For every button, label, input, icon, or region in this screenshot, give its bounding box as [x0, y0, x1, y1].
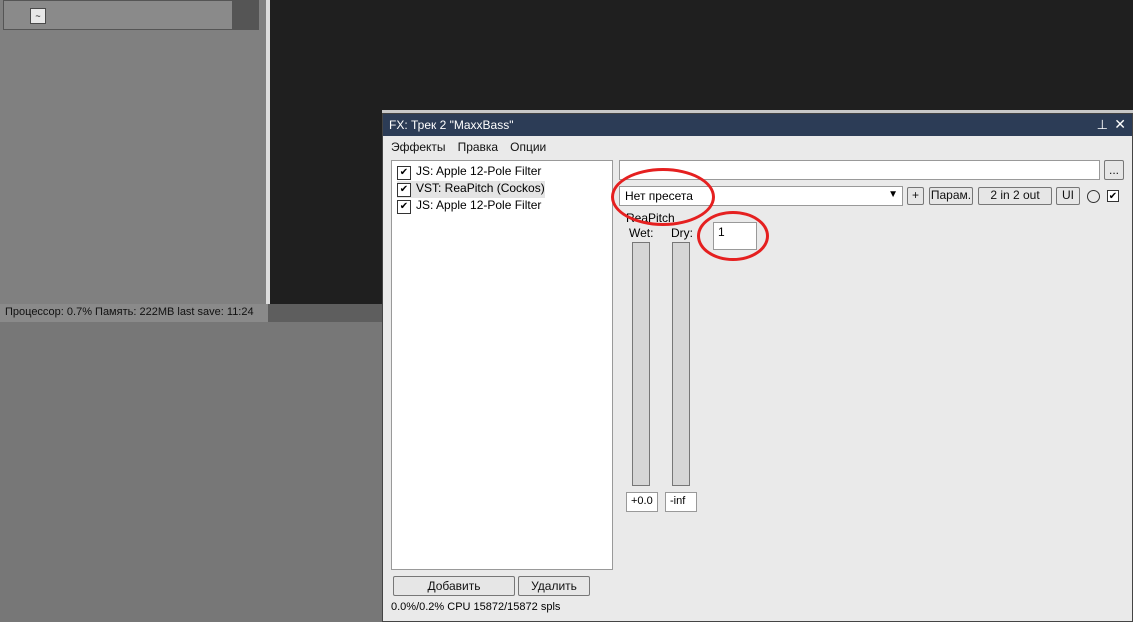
add-preset-button[interactable]: +: [907, 187, 924, 205]
ui-button[interactable]: UI: [1056, 187, 1080, 205]
fx-window-title[interactable]: FX: Трек 2 "MaxxBass": [383, 114, 1132, 136]
wet-fader[interactable]: [632, 242, 650, 486]
plugin-item[interactable]: ✔ JS: Apple 12-Pole Filter: [397, 164, 541, 181]
dry-fader[interactable]: [672, 242, 690, 486]
track-1-header[interactable]: ~: [3, 0, 259, 30]
red-circle-annotation: [611, 168, 715, 226]
envelope-icon[interactable]: ~: [30, 8, 46, 24]
wet-value[interactable]: +0.0: [626, 492, 658, 512]
pin-icon[interactable]: ⊥: [1097, 117, 1108, 133]
wet-knob-icon[interactable]: [1087, 190, 1100, 203]
fx-window: FX: Трек 2 "MaxxBass" ⊥ ✕ Эффекты Правка О…: [382, 113, 1133, 622]
close-icon[interactable]: ✕: [1114, 116, 1126, 133]
cpu-status: 0.0%/0.2% CPU 15872/15872 spls: [391, 601, 561, 613]
menu-effects[interactable]: Эффекты: [391, 140, 446, 154]
menu-edit[interactable]: Правка: [458, 140, 499, 154]
status-bar: Процессор: 0.7% Память: 222MB last save:…: [0, 304, 268, 322]
horizontal-scrollbar[interactable]: [268, 304, 382, 322]
dry-value[interactable]: -inf: [665, 492, 697, 512]
bypass-checkbox[interactable]: ✔: [1107, 190, 1119, 202]
remove-plugin-button[interactable]: Удалить: [518, 576, 590, 596]
track-panel: ~: [0, 0, 268, 322]
arrange-view-lower[interactable]: [268, 110, 382, 304]
plugin-enabled-checkbox[interactable]: ✔: [397, 166, 411, 180]
plugin-enabled-checkbox[interactable]: ✔: [397, 200, 411, 214]
track-1-meter: [232, 0, 258, 30]
plugin-item-selected[interactable]: ✔ VST: ReaPitch (Cockos): [397, 181, 545, 198]
plugin-item[interactable]: ✔ JS: Apple 12-Pole Filter: [397, 198, 541, 215]
plugin-label: JS: Apple 12-Pole Filter: [416, 164, 542, 178]
plugin-list[interactable]: ✔ JS: Apple 12-Pole Filter ✔ VST: ReaPitch…: [391, 160, 613, 570]
mixer-panel: [0, 322, 382, 622]
browse-button[interactable]: ...: [1104, 160, 1124, 180]
add-plugin-button[interactable]: Добавить: [393, 576, 515, 596]
param-button[interactable]: Парам.: [929, 187, 973, 205]
red-circle-annotation: [697, 211, 769, 261]
plugin-label: VST: ReaPitch (Cockos): [416, 181, 545, 195]
chevron-down-icon: ▼: [888, 189, 898, 200]
plugin-enabled-checkbox[interactable]: ✔: [397, 183, 411, 197]
arrange-divider[interactable]: [266, 0, 270, 304]
io-button[interactable]: 2 in 2 out: [978, 187, 1052, 205]
plugin-label: JS: Apple 12-Pole Filter: [416, 198, 542, 212]
dry-label: Dry:: [671, 226, 693, 240]
arrange-view[interactable]: [268, 0, 1133, 110]
menu-options[interactable]: Опции: [510, 140, 546, 154]
wet-label: Wet:: [629, 226, 654, 240]
fx-menu-bar: Эффекты Правка Опции: [391, 140, 558, 154]
